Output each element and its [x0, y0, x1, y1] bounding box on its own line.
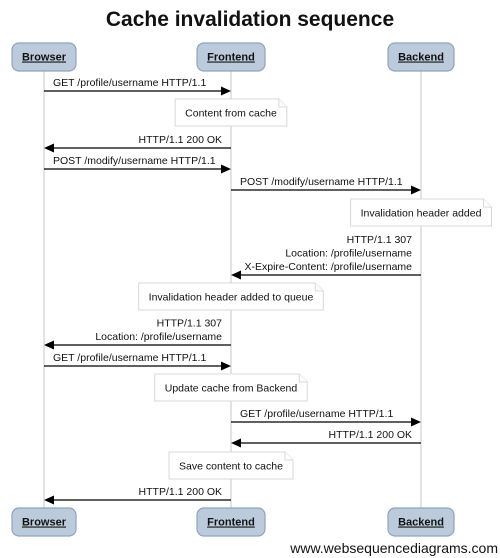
- arrowhead-icon: [411, 417, 421, 427]
- message-label: X-Expire-Content: /profile/username: [245, 261, 413, 273]
- participant-label: Browser: [22, 517, 67, 529]
- message-label: GET /profile/username HTTP/1.1: [53, 77, 206, 89]
- message-9: HTTP/1.1 307Location: /profile/username: [44, 318, 231, 350]
- note-14: Save content to cache: [168, 451, 294, 480]
- message-label: POST /modify/username HTTP/1.1: [53, 155, 216, 167]
- message-13: HTTP/1.1 200 OK: [231, 429, 421, 448]
- arrowhead-icon: [44, 495, 54, 505]
- message-label: Location: /profile/username: [285, 248, 412, 260]
- arrowhead-icon: [231, 438, 241, 448]
- participant-backend-top: Backend: [387, 42, 455, 72]
- message-10: GET /profile/username HTTP/1.1: [44, 352, 231, 371]
- message-label: GET /profile/username HTTP/1.1: [240, 408, 393, 420]
- message-12: GET /profile/username HTTP/1.1: [231, 408, 421, 427]
- participant-label: Backend: [398, 517, 444, 529]
- message-label: HTTP/1.1 307: [157, 318, 223, 330]
- note-text: Content from cache: [185, 108, 277, 120]
- note-text: Save content to cache: [179, 461, 283, 473]
- arrowhead-icon: [231, 270, 241, 280]
- participant-frontend-top: Frontend: [196, 42, 266, 72]
- note-fold: [314, 283, 324, 292]
- message-label: GET /profile/username HTTP/1.1: [53, 352, 206, 364]
- note-fold: [284, 452, 293, 461]
- message-7: HTTP/1.1 307 Location: /profile/usernameX…: [231, 234, 421, 280]
- message-label: Location: /profile/username: [95, 331, 222, 343]
- message-15: HTTP/1.1 200 OK: [44, 486, 231, 505]
- participant-browser-top: Browser: [11, 42, 77, 72]
- message-1: GET /profile/username HTTP/1.1: [44, 77, 231, 96]
- note-11: Update cache from Backend: [154, 373, 308, 402]
- watermark: www.websequencediagrams.com: [290, 540, 498, 556]
- participant-label: Frontend: [207, 52, 255, 64]
- note-fold: [298, 374, 308, 383]
- note-2: Content from cache: [174, 98, 288, 127]
- arrowhead-icon: [411, 185, 421, 195]
- arrowhead-icon: [44, 143, 54, 153]
- message-label: POST /modify/username HTTP/1.1: [240, 176, 403, 188]
- note-text: Invalidation header added to queue: [149, 292, 314, 304]
- participant-label: Frontend: [207, 517, 255, 529]
- participant-label: Backend: [398, 52, 444, 64]
- arrowhead-icon: [221, 86, 231, 96]
- message-3: HTTP/1.1 200 OK: [44, 134, 231, 153]
- message-label: HTTP/1.1 200 OK: [139, 134, 222, 146]
- note-text: Update cache from Backend: [165, 383, 298, 395]
- message-4: POST /modify/username HTTP/1.1: [44, 155, 231, 174]
- participant-backend-bottom: Backend: [387, 507, 455, 537]
- message-5: POST /modify/username HTTP/1.1: [231, 176, 421, 195]
- sequence-diagram: Browser Browser Frontend Frontend Backend Bac…: [11, 42, 492, 537]
- note-6: Invalidation header added: [350, 198, 492, 227]
- arrowhead-icon: [221, 361, 231, 371]
- message-label: HTTP/1.1 200 OK: [329, 429, 412, 441]
- message-label: HTTP/1.1 307: [347, 234, 413, 246]
- note-8: Invalidation header added to queue: [138, 282, 324, 311]
- note-text: Invalidation header added: [361, 208, 482, 220]
- participant-label: Browser: [22, 52, 67, 64]
- participant-browser-bottom: Browser: [11, 507, 77, 537]
- arrowhead-icon: [221, 164, 231, 174]
- participant-frontend-bottom: Frontend: [196, 507, 266, 537]
- message-label: HTTP/1.1 200 OK: [139, 486, 222, 498]
- arrowhead-icon: [44, 340, 54, 350]
